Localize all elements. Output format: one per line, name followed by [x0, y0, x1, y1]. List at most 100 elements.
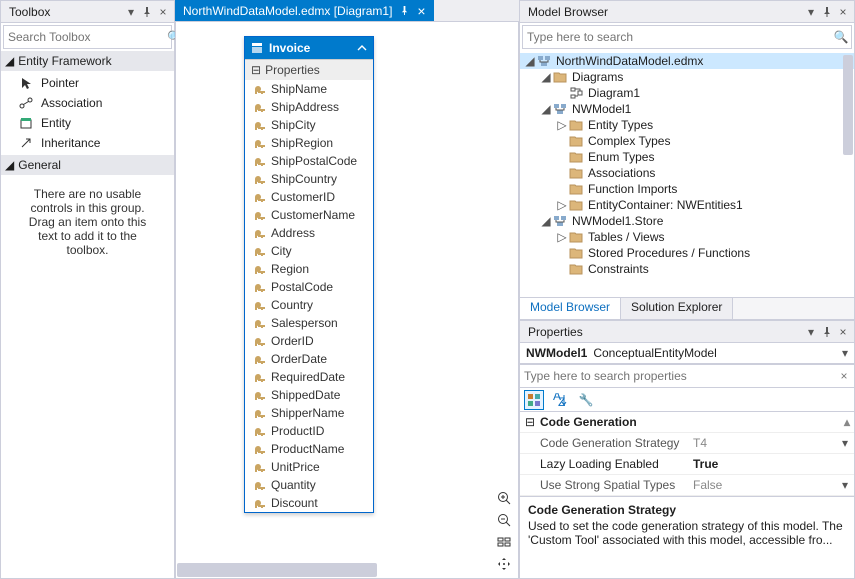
- entity-header[interactable]: Invoice: [245, 37, 373, 59]
- property-row[interactable]: Code Generation StrategyT4▾: [520, 433, 854, 454]
- entity-property[interactable]: PostalCode: [245, 278, 373, 296]
- toolbox-group-header[interactable]: ◢Entity Framework: [1, 51, 174, 71]
- property-category-row[interactable]: ⊟ Code Generation ▴: [520, 412, 854, 433]
- tree-item[interactable]: ▷EntityContainer: NWEntities1: [520, 197, 854, 213]
- horizontal-scrollbar[interactable]: [176, 562, 518, 578]
- property-value[interactable]: True: [687, 454, 854, 474]
- property-row[interactable]: Lazy Loading EnabledTrue: [520, 454, 854, 475]
- expand-icon[interactable]: ▷: [556, 198, 568, 212]
- collapse-icon[interactable]: ⊟: [524, 415, 536, 429]
- entity-property[interactable]: UnitPrice: [245, 458, 373, 476]
- toolbox-item[interactable]: Association: [1, 93, 174, 113]
- entity-property[interactable]: CustomerName: [245, 206, 373, 224]
- alphabetical-icon[interactable]: AZ: [550, 390, 570, 410]
- pin-icon[interactable]: [820, 325, 834, 339]
- entity-property[interactable]: CustomerID: [245, 188, 373, 206]
- toolbox-item[interactable]: Pointer: [1, 73, 174, 93]
- dropdown-icon[interactable]: ▾: [842, 436, 848, 450]
- collapse-icon[interactable]: [357, 43, 367, 53]
- toolbox-search-input[interactable]: [4, 30, 167, 44]
- entity-property[interactable]: ShipPostalCode: [245, 152, 373, 170]
- pin-icon[interactable]: [400, 6, 409, 15]
- search-icon[interactable]: 🔍: [831, 30, 851, 44]
- entity-property[interactable]: City: [245, 242, 373, 260]
- entity-property[interactable]: Address: [245, 224, 373, 242]
- zoom-in-icon[interactable]: [496, 490, 512, 506]
- document-tab[interactable]: NorthWindDataModel.edmx [Diagram1] ×: [175, 0, 434, 21]
- dropdown-icon[interactable]: ▾: [804, 325, 818, 339]
- model-browser-search-input[interactable]: [523, 30, 831, 44]
- toolbox-search[interactable]: 🔍: [3, 25, 172, 49]
- wrench-icon[interactable]: 🔧: [576, 390, 596, 410]
- entity-property[interactable]: Salesperson: [245, 314, 373, 332]
- pin-icon[interactable]: [820, 5, 834, 19]
- tree-item[interactable]: Complex Types: [520, 133, 854, 149]
- dropdown-icon[interactable]: ▾: [842, 478, 848, 492]
- entity-property[interactable]: ShipperName: [245, 404, 373, 422]
- toolbox-group-header[interactable]: ◢General: [1, 155, 174, 175]
- expand-icon[interactable]: ▷: [556, 230, 568, 244]
- dropdown-icon[interactable]: ▾: [804, 5, 818, 19]
- scroll-up-icon[interactable]: ▴: [844, 415, 850, 429]
- expand-icon[interactable]: ◢: [540, 214, 552, 228]
- entity-property[interactable]: Quantity: [245, 476, 373, 494]
- pin-icon[interactable]: [140, 5, 154, 19]
- model-browser-search[interactable]: 🔍: [522, 25, 852, 49]
- entity-property[interactable]: OrderID: [245, 332, 373, 350]
- dropdown-icon[interactable]: ▾: [842, 346, 848, 360]
- entity-property[interactable]: ShipRegion: [245, 134, 373, 152]
- tree-item[interactable]: ◢NWModel1.Store: [520, 213, 854, 229]
- tree-item[interactable]: Associations: [520, 165, 854, 181]
- entity-property[interactable]: ShipName: [245, 80, 373, 98]
- collapse-icon[interactable]: ⊟: [251, 63, 261, 77]
- properties-search[interactable]: ×: [520, 364, 854, 388]
- tree-item[interactable]: Enum Types: [520, 149, 854, 165]
- close-icon[interactable]: ×: [836, 325, 850, 339]
- property-value[interactable]: False▾: [687, 475, 854, 495]
- properties-object-selector[interactable]: NWModel1 ConceptualEntityModel ▾: [520, 343, 854, 364]
- entity-property[interactable]: ShipAddress: [245, 98, 373, 116]
- tree-item[interactable]: Function Imports: [520, 181, 854, 197]
- property-value[interactable]: T4▾: [687, 433, 854, 453]
- expand-icon[interactable]: ◢: [540, 70, 552, 84]
- expand-icon[interactable]: ◢: [540, 102, 552, 116]
- tree-item[interactable]: ◢NWModel1: [520, 101, 854, 117]
- entity-property[interactable]: Discount: [245, 494, 373, 512]
- expand-icon[interactable]: ◢: [524, 54, 536, 68]
- entity-property[interactable]: ShipCity: [245, 116, 373, 134]
- close-icon[interactable]: ×: [836, 5, 850, 19]
- entity-section-header[interactable]: ⊟ Properties: [245, 59, 373, 80]
- model-browser-tree[interactable]: ◢NorthWindDataModel.edmx◢DiagramsDiagram…: [520, 51, 854, 297]
- tree-item[interactable]: ◢NorthWindDataModel.edmx: [520, 53, 854, 69]
- zoom-out-icon[interactable]: [496, 512, 512, 528]
- entity-property[interactable]: Region: [245, 260, 373, 278]
- entity-property[interactable]: ProductName: [245, 440, 373, 458]
- close-icon[interactable]: ×: [417, 3, 425, 19]
- entity-property[interactable]: ShippedDate: [245, 386, 373, 404]
- close-icon[interactable]: ×: [156, 5, 170, 19]
- entity-box[interactable]: Invoice ⊟ Properties ShipNameShipAddress…: [244, 36, 374, 513]
- properties-search-input[interactable]: [520, 369, 834, 383]
- expand-icon[interactable]: ◢: [5, 158, 14, 172]
- tree-item[interactable]: ▷Entity Types: [520, 117, 854, 133]
- entity-property[interactable]: ShipCountry: [245, 170, 373, 188]
- expand-icon[interactable]: ▷: [556, 118, 568, 132]
- entity-property[interactable]: ProductID: [245, 422, 373, 440]
- toolbox-item[interactable]: Inheritance: [1, 133, 174, 153]
- clear-icon[interactable]: ×: [834, 369, 854, 383]
- panel-tab[interactable]: Model Browser: [520, 298, 621, 319]
- property-row[interactable]: Use Strong Spatial TypesFalse▾: [520, 475, 854, 496]
- diagram-canvas[interactable]: Invoice ⊟ Properties ShipNameShipAddress…: [175, 22, 519, 579]
- expand-icon[interactable]: ◢: [5, 54, 14, 68]
- panel-tab[interactable]: Solution Explorer: [621, 298, 733, 319]
- fit-icon[interactable]: [496, 534, 512, 550]
- tree-item[interactable]: Diagram1: [520, 85, 854, 101]
- tree-item[interactable]: Stored Procedures / Functions: [520, 245, 854, 261]
- entity-property[interactable]: RequiredDate: [245, 368, 373, 386]
- dropdown-icon[interactable]: ▾: [124, 5, 138, 19]
- vertical-scrollbar[interactable]: [842, 51, 854, 297]
- tree-item[interactable]: ▷Tables / Views: [520, 229, 854, 245]
- toolbox-item[interactable]: Entity: [1, 113, 174, 133]
- tree-item[interactable]: Constraints: [520, 261, 854, 277]
- entity-property[interactable]: Country: [245, 296, 373, 314]
